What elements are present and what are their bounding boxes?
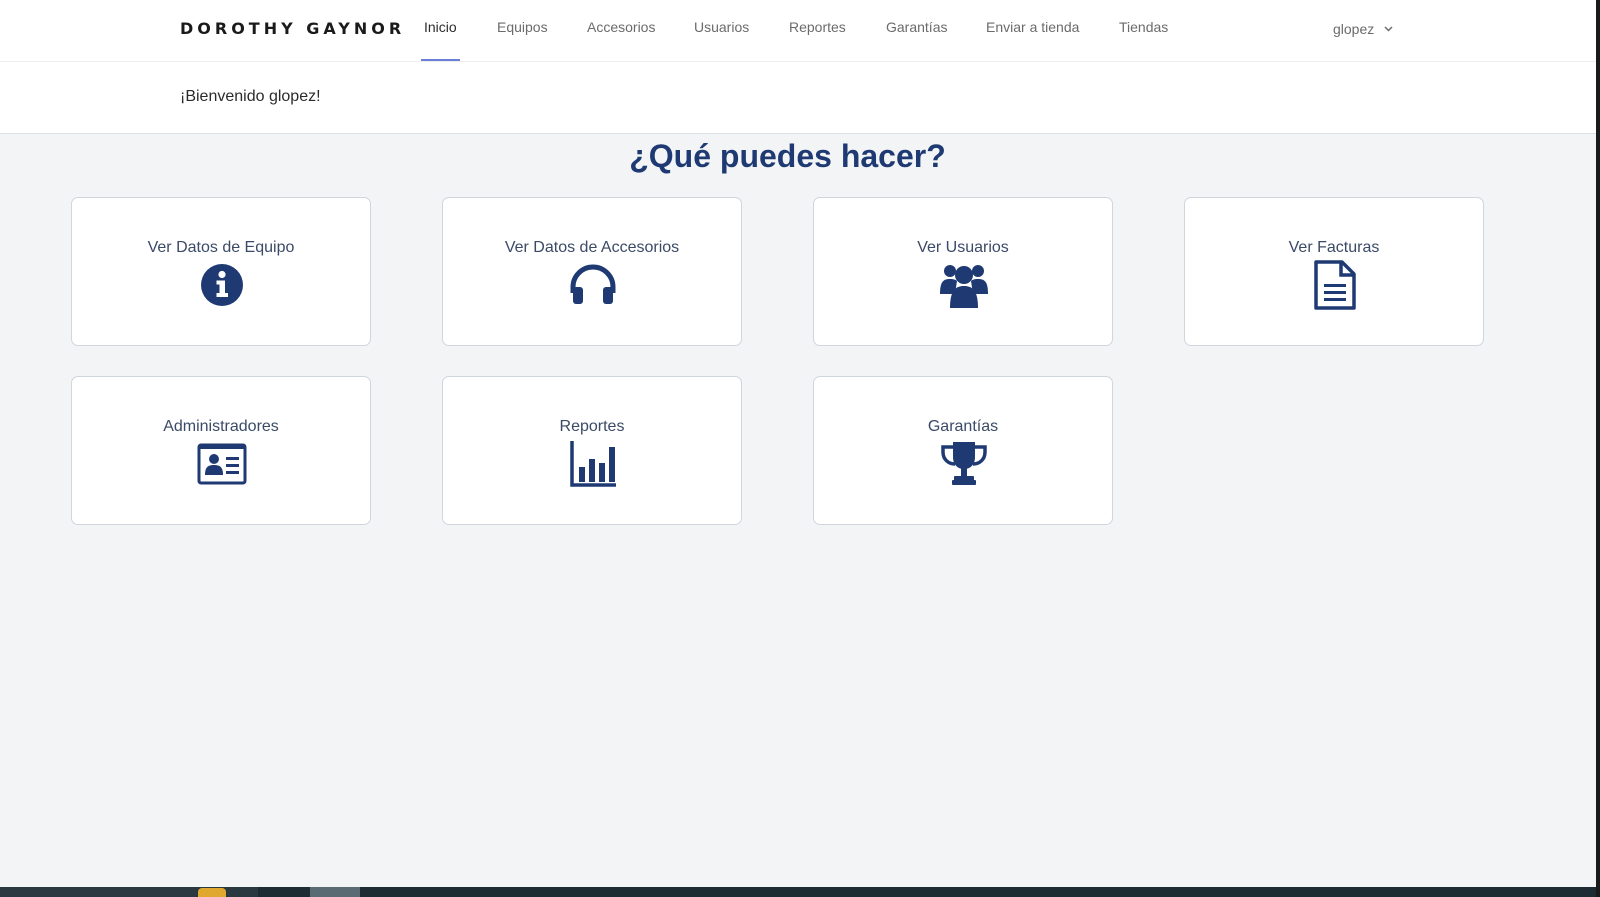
- card-label: Ver Usuarios: [917, 239, 1009, 256]
- headphones-icon: [568, 260, 618, 310]
- card-ver-facturas[interactable]: Ver Facturas: [1184, 197, 1484, 346]
- id-card-icon: [197, 439, 247, 489]
- trophy-icon: [939, 439, 989, 489]
- nav-item-tiendas[interactable]: Tiendas: [1119, 19, 1168, 35]
- card-ver-datos-de-accesorios[interactable]: Ver Datos de Accesorios: [442, 197, 742, 346]
- nav-item-usuarios[interactable]: Usuarios: [694, 19, 749, 35]
- card-ver-datos-de-equipo[interactable]: Ver Datos de Equipo: [71, 197, 371, 346]
- card-reportes[interactable]: Reportes: [442, 376, 742, 525]
- users-icon: [939, 260, 989, 310]
- user-menu[interactable]: glopez: [1333, 19, 1393, 37]
- welcome-message: ¡Bienvenido glopez!: [180, 88, 321, 105]
- page-title: ¿Qué puedes hacer?: [629, 138, 946, 174]
- welcome-bar: ¡Bienvenido glopez!: [0, 62, 1600, 134]
- nav-item-accesorios[interactable]: Accesorios: [587, 19, 655, 35]
- document-icon: [1310, 260, 1360, 310]
- nav-item-inicio[interactable]: Inicio: [424, 19, 457, 35]
- card-label: Administradores: [163, 418, 279, 435]
- top-navbar: DOROTHY GAYNOR Inicio Equipos Accesorios…: [0, 0, 1600, 62]
- user-name: glopez: [1333, 21, 1375, 37]
- card-label: Garantías: [927, 418, 999, 435]
- card-administradores[interactable]: Administradores: [71, 376, 371, 525]
- active-nav-indicator: [421, 59, 460, 61]
- card-garantias[interactable]: Garantías: [813, 376, 1113, 525]
- card-label: Ver Datos de Equipo: [147, 239, 295, 256]
- os-taskbar: [0, 887, 1600, 897]
- window-edge: [1596, 0, 1600, 897]
- info-circle-icon: [197, 260, 247, 310]
- nav-item-enviar-a-tienda[interactable]: Enviar a tienda: [986, 19, 1079, 35]
- taskbar-app-icon[interactable]: [198, 888, 226, 897]
- bar-chart-icon: [568, 439, 618, 489]
- card-label: Reportes: [559, 418, 625, 435]
- card-label: Ver Facturas: [1288, 239, 1380, 256]
- card-ver-usuarios[interactable]: Ver Usuarios: [813, 197, 1113, 346]
- taskbar-active-item[interactable]: [310, 887, 360, 897]
- nav-item-equipos[interactable]: Equipos: [497, 19, 548, 35]
- nav-item-reportes[interactable]: Reportes: [789, 19, 846, 35]
- chevron-down-icon: [1384, 19, 1393, 35]
- card-label: Ver Datos de Accesorios: [504, 239, 680, 256]
- nav-item-garantias[interactable]: Garantías: [886, 19, 947, 35]
- brand-logo[interactable]: DOROTHY GAYNOR: [180, 19, 405, 38]
